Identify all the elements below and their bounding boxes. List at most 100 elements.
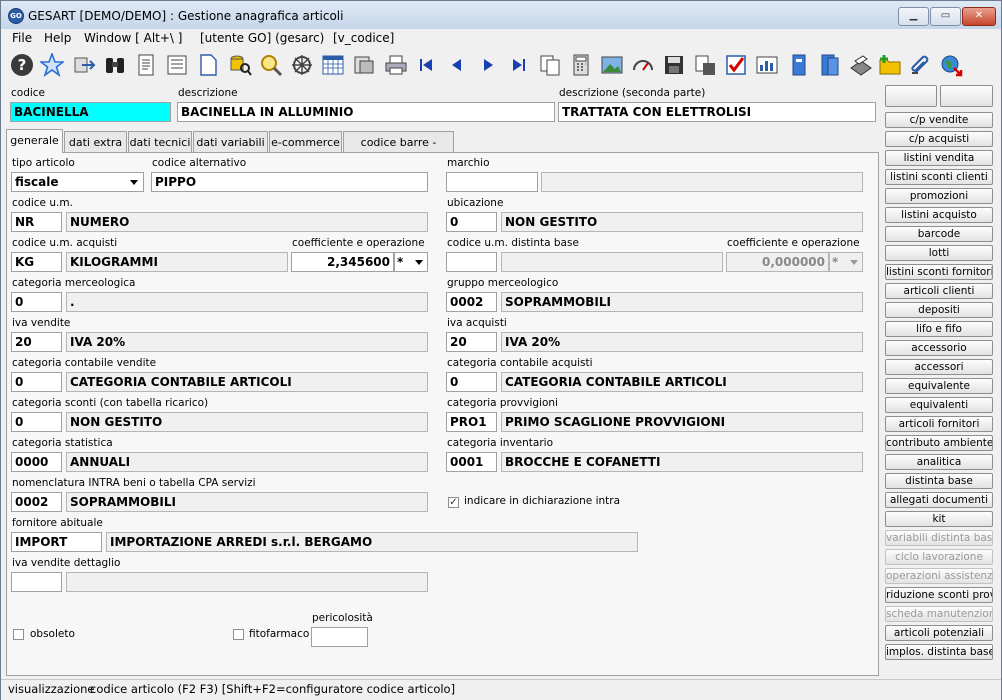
menu-user[interactable]: [utente GO] (gesarc)	[200, 31, 324, 45]
obsoleto-checkbox[interactable]	[13, 629, 24, 640]
next-record-button[interactable]	[475, 52, 501, 78]
exit-button[interactable]	[938, 52, 964, 78]
marchio-code-input[interactable]	[446, 172, 538, 192]
transfer-button[interactable]	[71, 52, 97, 78]
side-button-articoli-potenziali[interactable]: articoli potenziali	[885, 625, 993, 641]
iva-vendite-input[interactable]: 20	[11, 332, 62, 352]
first-record-button[interactable]	[413, 52, 439, 78]
iva-vendite-dettaglio-input[interactable]	[11, 572, 62, 592]
side-button-lifo-e-fifo[interactable]: lifo e fifo	[885, 321, 993, 337]
list-button[interactable]	[133, 52, 159, 78]
favorite-button[interactable]	[39, 52, 65, 78]
side-button-implos-distinta-base[interactable]: implos. distinta base	[885, 644, 993, 660]
coeff-acquisti-input[interactable]: 2,345600	[291, 252, 394, 272]
settings-button[interactable]	[289, 52, 315, 78]
minimize-button[interactable]: ▁	[898, 7, 929, 26]
side-button-accessorio[interactable]: accessorio	[885, 340, 993, 356]
categoria-merceologica-input[interactable]: 0	[11, 292, 62, 312]
side-button-c-p-acquisti[interactable]: c/p acquisti	[885, 131, 993, 147]
menu-window[interactable]: Window [ Alt+\ ]	[84, 31, 182, 45]
blank-button-2[interactable]	[940, 85, 993, 107]
side-button-kit[interactable]: kit	[885, 511, 993, 527]
side-button-allegati-documenti[interactable]: allegati documenti	[885, 492, 993, 508]
scanner-button[interactable]	[848, 52, 874, 78]
gruppo-merceologico-input[interactable]: 0002	[446, 292, 497, 312]
find-button[interactable]	[102, 52, 128, 78]
codice-alternativo-input[interactable]: PIPPO	[151, 172, 428, 192]
descrizione-input[interactable]: BACINELLA IN ALLUMINIO	[177, 102, 555, 122]
gauge-button[interactable]	[630, 52, 656, 78]
side-button-contributo-ambiente[interactable]: contributo ambiente	[885, 435, 993, 451]
cat-statistica-input[interactable]: 0000	[11, 452, 62, 472]
fornitore-abituale-input[interactable]: IMPORT	[11, 532, 102, 552]
calendar-button[interactable]	[320, 52, 346, 78]
side-button-accessori[interactable]: accessori	[885, 359, 993, 375]
side-button-barcode[interactable]: barcode	[885, 226, 993, 242]
save-copy-button[interactable]	[692, 52, 718, 78]
indicare-intra-checkbox[interactable]: ✓	[448, 497, 459, 508]
print-button[interactable]	[383, 52, 409, 78]
attachment-button[interactable]	[907, 52, 933, 78]
detail-button[interactable]	[164, 52, 190, 78]
close-button[interactable]: ✕	[962, 7, 996, 26]
side-button-articoli-fornitori[interactable]: articoli fornitori	[885, 416, 993, 432]
db-search-button[interactable]	[227, 52, 253, 78]
database-button[interactable]	[351, 52, 377, 78]
blank-button-1[interactable]	[885, 85, 937, 107]
help-button[interactable]: ?	[9, 52, 35, 78]
descrizione2-input[interactable]: TRATTATA CON ELETTROLISI	[558, 102, 876, 122]
side-button-depositi[interactable]: depositi	[885, 302, 993, 318]
codice-um-input[interactable]: NR	[11, 212, 62, 232]
cat-inventario-input[interactable]: 0001	[446, 452, 497, 472]
search-button[interactable]	[258, 52, 284, 78]
coeff-acquisti-op-select[interactable]: *	[394, 252, 428, 272]
add-folder-button[interactable]	[877, 52, 903, 78]
side-button-listini-sconti-fornitori[interactable]: listini sconti fornitori	[885, 264, 993, 280]
fitofarmaco-checkbox[interactable]	[233, 629, 244, 640]
side-button-listini-sconti-clienti[interactable]: listini sconti clienti	[885, 169, 993, 185]
menu-help[interactable]: Help	[44, 31, 71, 45]
codice-um-acquisti-input[interactable]: KG	[11, 252, 62, 272]
side-button-listini-acquisto[interactable]: listini acquisto	[885, 207, 993, 223]
cat-provvigioni-input[interactable]: PRO1	[446, 412, 497, 432]
side-button-equivalente[interactable]: equivalente	[885, 378, 993, 394]
iva-acquisti-input[interactable]: 20	[446, 332, 497, 352]
menu-file[interactable]: File	[12, 31, 32, 45]
side-button-equivalenti[interactable]: equivalenti	[885, 397, 993, 413]
tab-dati-tecnici[interactable]: dati tecnici	[128, 131, 192, 152]
last-record-button[interactable]	[506, 52, 532, 78]
tab-codice-barre-colori[interactable]: codice barre - colori	[343, 131, 454, 170]
save-button[interactable]	[661, 52, 687, 78]
cat-contabile-acquisti-input[interactable]: 0	[446, 372, 497, 392]
image-button[interactable]	[599, 52, 625, 78]
tab-e-commerce[interactable]: e-commerce	[269, 131, 342, 152]
calculator-button[interactable]	[568, 52, 594, 78]
previous-record-button[interactable]	[444, 52, 470, 78]
cat-sconti-input[interactable]: 0	[11, 412, 62, 432]
tab-dati-variabili[interactable]: dati variabili	[193, 131, 268, 152]
tipo-articolo-select[interactable]: fiscale	[11, 172, 144, 192]
cat-contabile-vendite-input[interactable]: 0	[11, 372, 62, 392]
file-blue-2-button[interactable]	[817, 52, 843, 78]
nomenclatura-intra-input[interactable]: 0002	[11, 492, 62, 512]
new-button[interactable]	[195, 52, 221, 78]
pericolosita-input[interactable]	[311, 627, 368, 647]
side-button-distinta-base[interactable]: distinta base	[885, 473, 993, 489]
codice-um-distinta-input[interactable]	[446, 252, 497, 272]
checklist-button[interactable]	[723, 52, 749, 78]
tab-dati-extra[interactable]: dati extra	[64, 131, 127, 152]
ubicazione-input[interactable]: 0	[446, 212, 497, 232]
file-blue-button[interactable]	[786, 52, 812, 78]
side-button-promozioni[interactable]: promozioni	[885, 188, 993, 204]
tab-generale[interactable]: generale	[6, 129, 63, 153]
side-button-riduzione-sconti-provv[interactable]: riduzione sconti provv	[885, 587, 993, 603]
menu-field-name[interactable]: [v_codice]	[333, 31, 394, 45]
side-button-c-p-vendite[interactable]: c/p vendite	[885, 112, 993, 128]
side-button-analitica[interactable]: analitica	[885, 454, 993, 470]
side-button-articoli-clienti[interactable]: articoli clienti	[885, 283, 993, 299]
chart-button[interactable]	[754, 52, 780, 78]
copy-button[interactable]	[537, 52, 563, 78]
side-button-listini-vendita[interactable]: listini vendita	[885, 150, 993, 166]
codice-input[interactable]: BACINELLA	[10, 102, 171, 122]
maximize-button[interactable]: ▭	[930, 7, 961, 26]
